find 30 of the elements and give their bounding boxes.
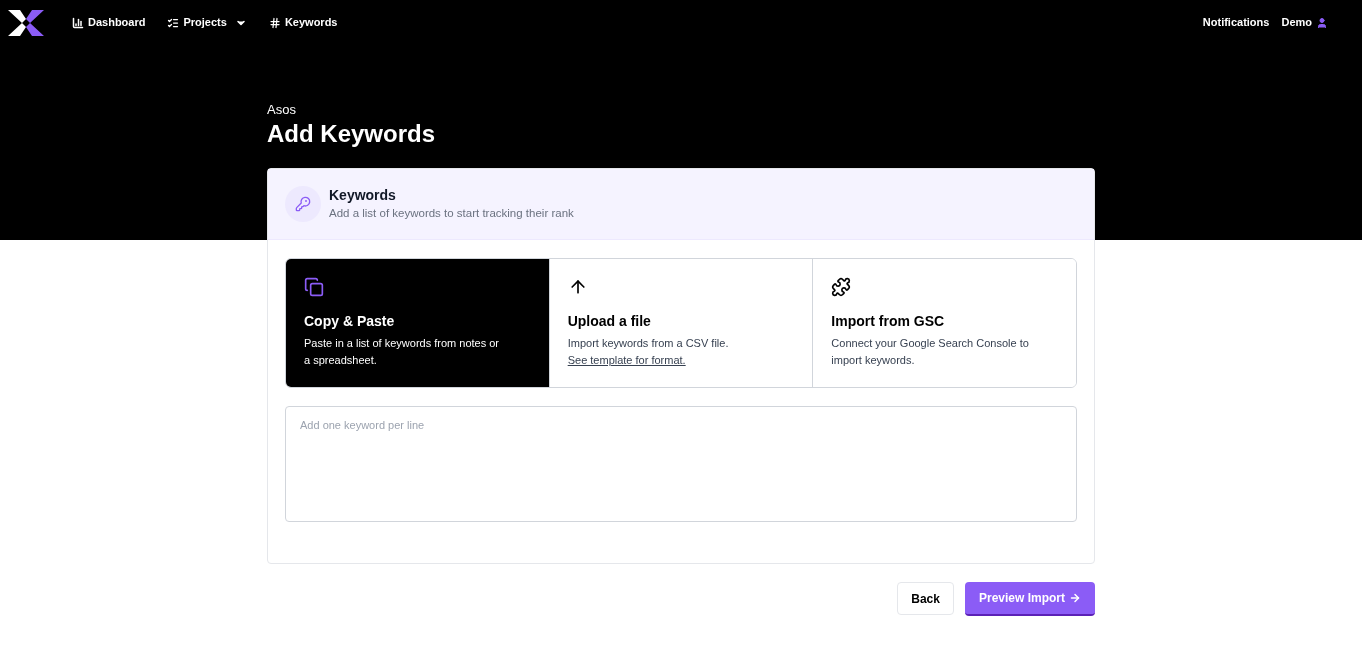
logo-icon[interactable] [8,9,44,36]
project-name: Asos [267,102,297,118]
hash-icon [268,16,281,29]
option-description: Connect your Google Search Console to import keywords. [831,336,1030,368]
list-icon [167,16,180,29]
user-menu[interactable]: Demo [1281,14,1328,31]
user-icon [1316,16,1328,29]
nav-link[interactable]: Dashboard [72,14,146,31]
option-title: Import from GSC [831,312,946,331]
copy-icon [304,277,324,297]
option-description: Paste in a list of keywords from notes or a spreadsheet. [304,336,501,368]
preview-import-button[interactable]: Preview Import [964,582,1095,616]
notifications-link[interactable]: Notifications [1202,14,1270,31]
back-button[interactable]: Back [897,582,954,615]
card-subtitle: Add a list of keywords to start tracking their rank [329,206,574,221]
nav-link[interactable]: Keywords [268,14,338,31]
puzzle-icon [831,277,852,297]
keywords-textarea[interactable]: Add one keyword per line [285,406,1077,522]
bar-chart-icon [72,16,84,29]
arrow-right-icon [1069,592,1081,604]
nav-link[interactable]: Projects [167,14,247,31]
import-option[interactable]: Import from GSC Connect your Google Search Console to import keywords. [812,259,1076,387]
option-description: Import keywords from a CSV file. See template for format. [567,336,730,368]
template-link[interactable]: See template for format. [567,354,686,366]
option-title: Copy & Paste [304,312,396,331]
page-title: Add Keywords [267,119,437,149]
card-title: Keywords [329,186,397,204]
option-title: Upload a file [567,312,652,331]
key-icon [295,196,311,212]
import-option[interactable]: Copy & Paste Paste in a list of keywords from notes or a spreadsheet. [286,259,549,387]
